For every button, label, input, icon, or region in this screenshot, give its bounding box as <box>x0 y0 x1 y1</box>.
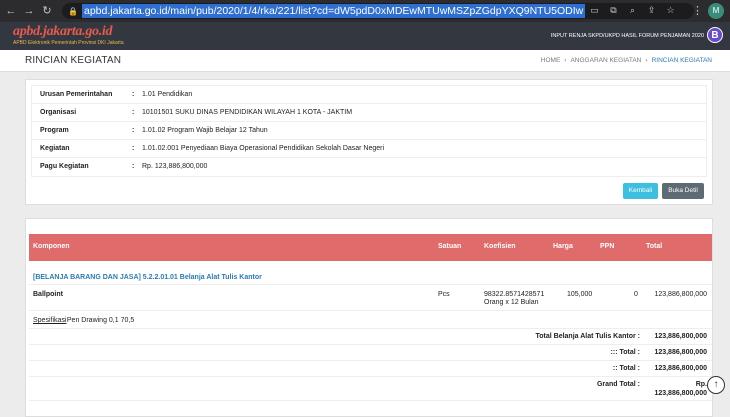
table-header: Komponen Satuan Koefisien Harga PPN Tota… <box>29 234 712 261</box>
extension-b-icon[interactable]: B <box>707 27 723 43</box>
grand-total-value: 123,886,800,000 <box>654 390 707 397</box>
activity-info-table: Urusan Pemerintahan : 1.01 Pendidikan Or… <box>31 85 707 177</box>
open-detail-button[interactable]: Buka Detil <box>662 183 704 199</box>
spec-label: Spesifikasi <box>33 317 67 324</box>
item-koefisien-unit: Orang x 12 Bulan <box>484 299 539 306</box>
breadcrumb-current: RINCIAN KEGIATAN <box>651 57 712 64</box>
site-logo-subtitle: APBD Elektronik Pemerintah Provinsi DKI … <box>13 40 124 46</box>
col-total: Total <box>646 243 663 250</box>
table-row: Ballpoint Pcs 98322.8571428571 Orang x 1… <box>29 286 712 311</box>
bookmark-star-icon[interactable]: ☆ <box>665 5 676 16</box>
toolbar-icons: ▭ ⧉ ⌕ ⇪ ☆ <box>589 5 676 16</box>
item-harga: 105,000 <box>567 291 593 298</box>
breadcrumb-separator: › <box>564 57 567 64</box>
site-header: apbd.jakarta.go.id APBD Elektronik Pemer… <box>0 22 730 50</box>
total-row-level2: :: Total : 123,886,800,000 <box>29 361 712 377</box>
grand-total-row: Grand Total : Rp. 123,886,800,000 <box>29 377 712 401</box>
site-logo[interactable]: apbd.jakarta.go.id <box>13 24 113 40</box>
reload-icon[interactable]: ↻ <box>40 4 54 18</box>
total-row-atk: Total Belanja Alat Tulis Kantor : 123,88… <box>29 329 712 345</box>
col-satuan: Satuan <box>438 243 462 250</box>
profile-avatar[interactable]: M <box>708 3 724 19</box>
info-row-kegiatan: Kegiatan : 1.01.02.001 Penyediaan Biaya … <box>32 140 706 158</box>
spec-value: : Pen Drawing 0,1 70,5 <box>63 317 135 324</box>
col-harga: Harga <box>553 243 573 250</box>
url-text[interactable]: apbd.jakarta.go.id/main/pub/2020/1/4/rka… <box>82 4 586 18</box>
back-icon[interactable]: ← <box>4 4 18 18</box>
item-ppn: 0 <box>634 291 638 298</box>
back-button[interactable]: Kembali <box>623 183 658 199</box>
item-koefisien: 98322.8571428571 <box>484 291 545 298</box>
info-row-pagu: Pagu Kegiatan : Rp. 123,886,800,000 <box>40 163 208 170</box>
info-row-organisasi: Organisasi : 10101501 SUKU DINAS PENDIDI… <box>32 104 706 122</box>
info-row-program: Program : 1.01.02 Program Wajib Belajar … <box>32 122 706 140</box>
translate-icon[interactable]: ⧉ <box>608 5 619 16</box>
info-row-urusan: Urusan Pemerintahan : 1.01 Pendidikan <box>32 86 706 104</box>
col-ppn: PPN <box>600 243 615 250</box>
header-title: INPUT RENJA SKPD/UKPD HASIL FORUM PENJAM… <box>550 33 704 39</box>
share-icon[interactable]: ⇪ <box>646 5 657 16</box>
col-koefisien: Koefisien <box>484 243 516 250</box>
breadcrumb-anggaran[interactable]: ANGGARAN KEGIATAN <box>570 57 641 64</box>
item-total: 123,886,800,000 <box>654 291 707 298</box>
page-title-bar: RINCIAN KEGIATAN HOME › ANGGARAN KEGIATA… <box>0 50 730 72</box>
grand-total-label: Grand Total : <box>596 381 640 388</box>
grand-total-currency: Rp. <box>695 381 707 388</box>
activity-info-panel: Urusan Pemerintahan : 1.01 Pendidikan Or… <box>25 79 713 205</box>
spec-row: Spesifikasi : Pen Drawing 0,1 70,5 <box>29 312 712 329</box>
search-icon[interactable]: ⌕ <box>627 5 638 16</box>
forward-icon[interactable]: → <box>22 4 36 18</box>
menu-dots-icon[interactable]: ⋮ <box>692 4 703 17</box>
breadcrumb-home[interactable]: HOME <box>541 57 561 64</box>
lock-icon: 🔒 <box>68 6 78 16</box>
scroll-to-top-icon[interactable]: ↑ <box>707 376 725 394</box>
page-title: RINCIAN KEGIATAN <box>25 55 122 66</box>
item-satuan: Pcs <box>438 291 450 298</box>
col-komponen: Komponen <box>33 243 70 250</box>
group-row: [BELANJA BARANG DAN JASA] 5.2.2.01.01 Be… <box>29 267 712 285</box>
browser-toolbar: ← → ↻ 🔒 apbd.jakarta.go.id/main/pub/2020… <box>0 0 730 22</box>
breadcrumb-separator: › <box>645 57 648 64</box>
group-link[interactable]: [BELANJA BARANG DAN JASA] 5.2.2.01.01 Be… <box>33 274 262 281</box>
item-komponen: Ballpoint <box>33 291 63 298</box>
total-row-level3: ::: Total : 123,886,800,000 <box>29 345 712 361</box>
cast-icon[interactable]: ▭ <box>589 5 600 16</box>
breadcrumb: HOME › ANGGARAN KEGIATAN › RINCIAN KEGIA… <box>541 57 712 64</box>
budget-detail-panel: Komponen Satuan Koefisien Harga PPN Tota… <box>25 218 713 417</box>
